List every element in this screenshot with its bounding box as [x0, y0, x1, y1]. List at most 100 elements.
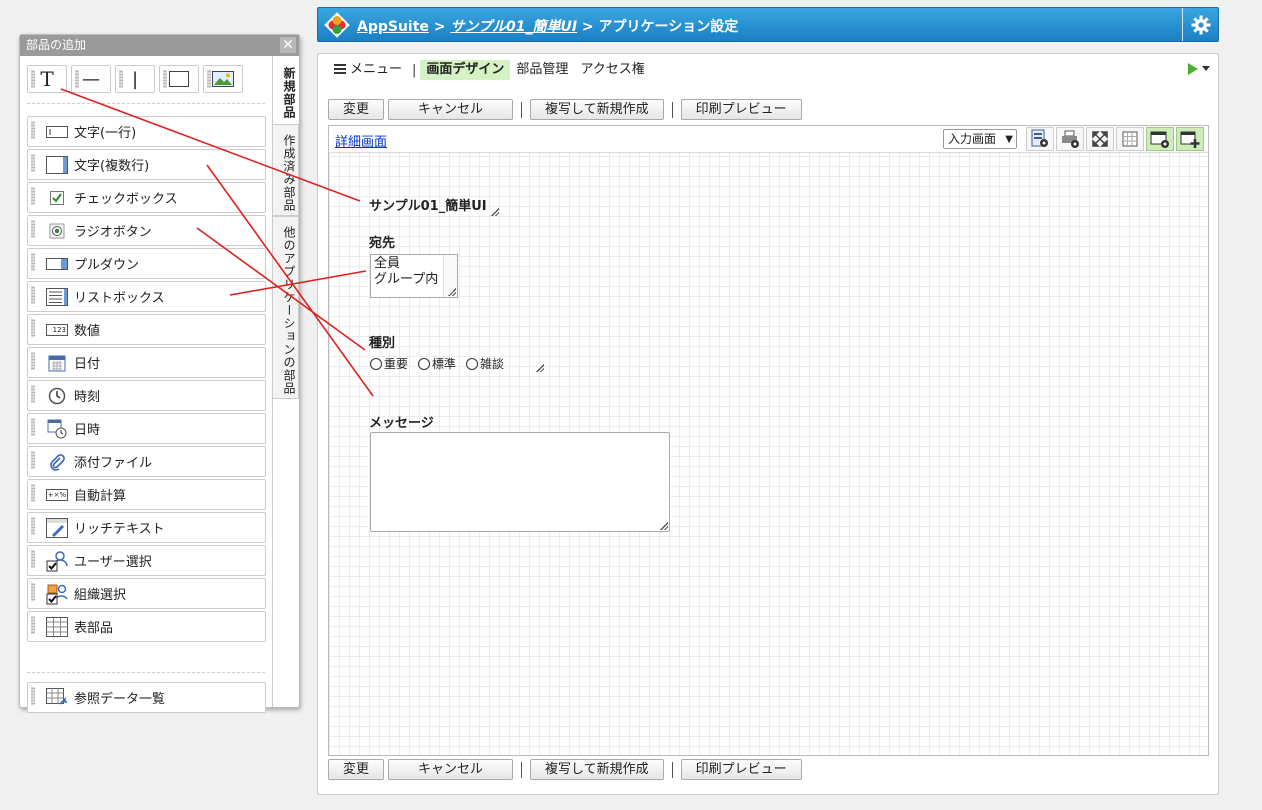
view-select[interactable]: 入力画面 ▼ — [943, 129, 1017, 149]
reference-list-icon — [46, 687, 68, 708]
drag-handle-icon — [31, 352, 35, 370]
org-select-icon — [46, 584, 68, 604]
drag-handle-icon — [31, 286, 35, 304]
vertical-line-button[interactable]: | — [115, 65, 155, 93]
change-button[interactable]: 変更 — [328, 759, 385, 780]
drag-handle-icon — [31, 517, 35, 535]
palette-title: 部品の追加 — [26, 38, 87, 52]
detail-screen-link[interactable]: 詳細画面 — [335, 131, 387, 150]
drag-handle-icon — [31, 253, 35, 271]
horizontal-line-button[interactable]: — — [71, 65, 111, 93]
play-icon — [1188, 63, 1198, 75]
change-button[interactable]: 変更 — [328, 99, 385, 120]
tab-screen-design[interactable]: 画面デザイン — [420, 60, 511, 80]
part-date[interactable]: 日付 — [27, 347, 266, 378]
part-table[interactable]: 表部品 — [27, 611, 266, 642]
list-item[interactable]: グループ内 — [374, 272, 454, 288]
tab-access-rights[interactable]: アクセス権 — [574, 60, 650, 80]
part-user-select[interactable]: ユーザー選択 — [27, 545, 266, 576]
drag-handle-icon — [31, 484, 35, 502]
list-item[interactable]: 全員 — [374, 256, 454, 272]
radio-circle-icon — [370, 358, 382, 370]
button-separator — [521, 761, 523, 778]
window-settings-button[interactable] — [1146, 127, 1174, 151]
part-auto-calc[interactable]: +×% 自動計算 — [27, 479, 266, 510]
part-time[interactable]: 時刻 — [27, 380, 266, 411]
drag-handle-icon — [119, 70, 123, 88]
listbox-icon — [46, 287, 68, 307]
drag-handle-icon — [31, 319, 35, 337]
grid-toggle-button[interactable] — [1116, 127, 1144, 151]
drag-handle-icon — [163, 70, 167, 88]
drag-handle-icon — [31, 220, 35, 238]
part-rich-text[interactable]: リッチテキスト — [27, 512, 266, 543]
radio-standard[interactable]: 標準 — [418, 355, 456, 372]
bottom-button-bar: 変更 キャンセル 複写して新規作成 印刷プレビュー — [328, 759, 802, 780]
design-canvas[interactable]: 詳細画面 入力画面 ▼ サンプル01_簡単UI 宛先 全員 グループ内 種別 重… — [328, 125, 1209, 756]
vertical-line-icon: | — [131, 68, 139, 90]
print-preview-button[interactable]: 印刷プレビュー — [680, 759, 802, 780]
palette-header[interactable]: 部品の追加 ✕ — [20, 35, 299, 56]
tab-created-parts[interactable]: 作成済み部品 — [273, 124, 299, 216]
app-header: AppSuite > サンプル01_簡単UI > アプリケーション設定 — [317, 7, 1219, 42]
cancel-button[interactable]: キャンセル — [388, 759, 514, 780]
drag-handle-icon — [31, 154, 35, 172]
parts-palette[interactable]: 部品の追加 ✕ T — | 文字(一行) 文字(複数行) チェックボックス ラジ… — [19, 34, 300, 713]
box-part-button[interactable] — [159, 65, 199, 93]
settings-button[interactable] — [1182, 8, 1218, 41]
radio-circle-icon — [418, 358, 431, 370]
drag-handle-icon — [31, 616, 35, 634]
form-settings-icon — [1031, 129, 1048, 147]
part-listbox[interactable]: リストボックス — [27, 281, 266, 312]
resize-grip-icon[interactable] — [660, 522, 668, 530]
breadcrumb-app-name[interactable]: サンプル01_簡単UI — [450, 19, 577, 35]
copy-new-button[interactable]: 複写して新規作成 — [530, 759, 664, 780]
close-icon[interactable]: ✕ — [280, 37, 296, 53]
resize-grip-icon[interactable] — [448, 288, 456, 296]
resize-grip-icon[interactable] — [491, 208, 499, 216]
image-part-button[interactable] — [203, 65, 243, 93]
print-settings-button[interactable] — [1056, 127, 1084, 151]
user-select-icon — [46, 550, 68, 571]
form-settings-button[interactable] — [1026, 127, 1054, 151]
tab-other-app-parts[interactable]: 他のアプリケーションの部品 — [273, 216, 299, 399]
run-menu[interactable] — [1187, 62, 1210, 76]
radio-icon — [46, 221, 68, 241]
breadcrumb-appsuite[interactable]: AppSuite — [357, 19, 429, 35]
cancel-button[interactable]: キャンセル — [388, 99, 514, 120]
part-datetime[interactable]: 日時 — [27, 413, 266, 444]
part-multi-line-text[interactable]: 文字(複数行) — [27, 149, 266, 180]
drag-handle-icon — [31, 583, 35, 601]
part-dropdown[interactable]: プルダウン — [27, 248, 266, 279]
paperclip-icon — [46, 452, 68, 472]
part-checkbox[interactable]: チェックボックス — [27, 182, 266, 213]
part-org-select[interactable]: 組織選択 — [27, 578, 266, 609]
divider — [27, 103, 265, 104]
extra-parts-list: 参照データ一覧 — [27, 682, 266, 715]
resize-grip-icon[interactable] — [536, 364, 544, 372]
add-window-button[interactable] — [1176, 127, 1204, 151]
drag-handle-icon — [31, 451, 35, 469]
part-single-line-text[interactable]: 文字(一行) — [27, 116, 266, 147]
radio-chat[interactable]: 雑談 — [466, 355, 504, 372]
gear-icon — [1191, 15, 1210, 34]
tab-parts-management[interactable]: 部品管理 — [510, 60, 574, 80]
tab-new-parts[interactable]: 新規部品 — [273, 56, 299, 124]
part-number[interactable]: 123 数値 — [27, 314, 266, 345]
part-radio-button[interactable]: ラジオボタン — [27, 215, 266, 246]
tab-menu[interactable]: メニュー — [328, 60, 408, 80]
copy-new-button[interactable]: 複写して新規作成 — [530, 99, 664, 120]
label-part-button[interactable]: T — [27, 65, 67, 93]
radio-important[interactable]: 重要 — [370, 355, 408, 372]
fit-screen-button[interactable] — [1086, 127, 1114, 151]
text-label-icon: T — [40, 67, 54, 91]
dest-listbox[interactable]: 全員 グループ内 — [370, 254, 458, 298]
part-attachment[interactable]: 添付ファイル — [27, 446, 266, 477]
print-preview-button[interactable]: 印刷プレビュー — [680, 99, 802, 120]
part-reference-list[interactable]: 参照データ一覧 — [27, 682, 266, 713]
main-tabs: メニュー | 画面デザイン 部品管理 アクセス権 — [328, 60, 651, 80]
window-settings-icon — [1150, 131, 1169, 148]
richtext-icon — [46, 517, 68, 538]
title-field[interactable]: サンプル01_簡単UI — [369, 195, 487, 214]
message-textarea[interactable] — [370, 432, 670, 532]
